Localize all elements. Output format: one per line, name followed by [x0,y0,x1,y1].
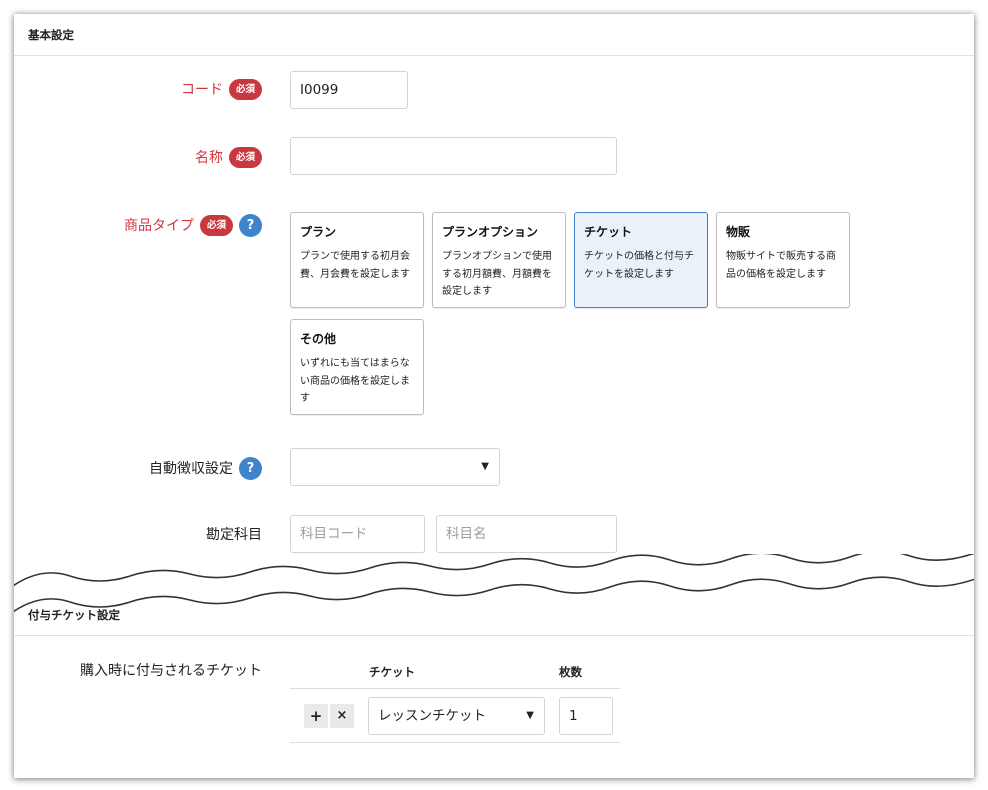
granted-tickets-label-group: 購入時に付与されるチケット [80,659,262,681]
code-label: コード [180,82,223,98]
code-label-group: コード 必須 [181,78,262,100]
product-type-title: プラン [300,225,337,239]
product-type-label-group: 商品タイプ 必須 ? [124,213,262,237]
product-type-title: 物販 [726,225,751,239]
product-type-desc: チケットの価格と付与チケットを設定します [584,251,694,280]
product-type-title: チケット [584,225,633,239]
product-type-title: その他 [300,332,337,346]
add-ticket-button[interactable]: + [304,704,328,728]
ticket-count-input[interactable]: 1 [559,697,613,735]
granted-tickets-label: 購入時に付与されるチケット [80,663,262,679]
product-type-option-ticket[interactable]: チケット チケットの価格と付与チケットを設定します [574,212,708,308]
product-type-desc: いずれにも当てはまらない商品の価格を設定します [300,358,410,404]
product-type-desc: 物販サイトで販売する商品の価格を設定します [726,251,836,280]
remove-ticket-button[interactable]: × [330,704,354,728]
required-badge: 必須 [199,214,233,236]
chevron-down-icon: ▼ [481,461,489,472]
product-type-desc: プランで使用する初月会費、月会費を設定します [300,251,410,280]
help-icon[interactable]: ? [239,456,262,480]
name-label-group: 名称 必須 [195,146,262,168]
required-badge: 必須 [228,146,262,168]
product-type-label: 商品タイプ [123,218,194,234]
product-type-option-other[interactable]: その他 いずれにも当てはまらない商品の価格を設定します [290,319,424,415]
account-label-group: 勘定科目 [206,523,262,545]
product-type-title: プランオプション [442,225,539,239]
ticket-select[interactable]: レッスンチケット ▼ [368,697,545,735]
ticket-select-value: レッスンチケット [378,708,486,724]
auto-collect-label: 自動徴収設定 [149,461,233,477]
auto-collect-label-group: 自動徴収設定 ? [149,456,262,480]
product-type-option-merch[interactable]: 物販 物販サイトで販売する商品の価格を設定します [716,212,850,308]
basic-settings-header: 基本設定 [14,14,974,56]
chevron-down-icon: ▼ [526,710,534,721]
account-name-input[interactable]: 科目名 [436,515,617,553]
help-icon[interactable]: ? [239,213,262,237]
auto-collect-select[interactable]: ▼ [290,448,500,486]
product-type-option-plan-option[interactable]: プランオプション プランオプションで使用する初月額費、月額費を設定します [432,212,566,308]
ticket-column-header: チケット [369,665,415,679]
required-badge: 必須 [228,78,262,100]
code-input[interactable]: I0099 [290,71,408,109]
table-divider [290,688,620,689]
name-input[interactable] [290,137,617,175]
ticket-settings-header: 付与チケット設定 [14,595,974,636]
account-code-input[interactable]: 科目コード [290,515,425,553]
count-column-header: 枚数 [559,665,582,679]
name-label: 名称 [194,150,223,166]
settings-card: 基本設定 コード 必須 I0099 名称 必須 商品タイプ 必須 ? プラン プ… [14,14,974,778]
account-label: 勘定科目 [206,527,262,543]
product-type-option-plan[interactable]: プラン プランで使用する初月会費、月会費を設定します [290,212,424,308]
product-type-desc: プランオプションで使用する初月額費、月額費を設定します [442,251,552,297]
table-divider [290,742,620,743]
